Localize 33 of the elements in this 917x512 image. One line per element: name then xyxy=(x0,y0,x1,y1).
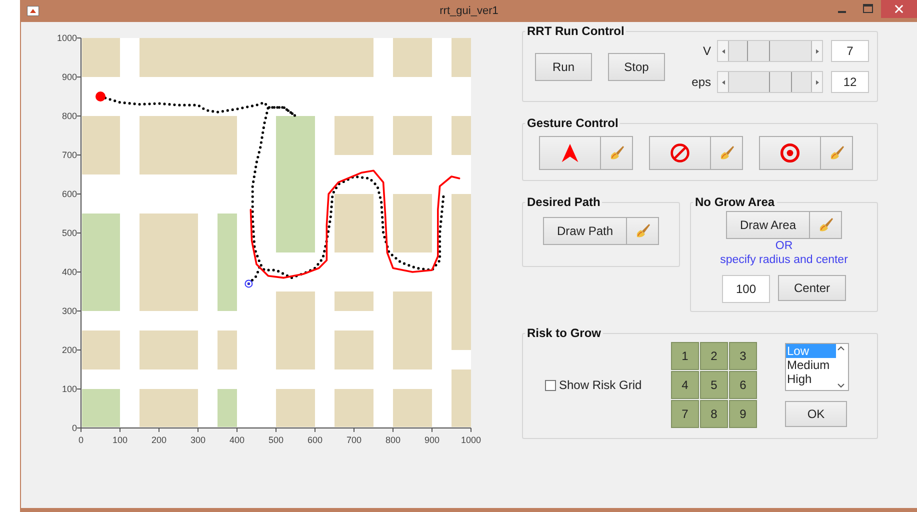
panel-title: RRT Run Control xyxy=(526,24,626,38)
hint-text: specify radius and center xyxy=(719,253,849,267)
x-tick-label: 800 xyxy=(385,435,401,445)
window-title: rrt_gui_ver1 xyxy=(440,5,498,17)
x-tick-label: 500 xyxy=(268,435,284,445)
x-tick-label: 0 xyxy=(78,435,84,445)
y-tick-label: 1000 xyxy=(56,33,77,43)
x-tick-label: 200 xyxy=(151,435,167,445)
x-tick-label: 600 xyxy=(307,435,323,445)
x-tick-label: 700 xyxy=(346,435,362,445)
y-tick-label: 900 xyxy=(62,72,77,82)
x-tick-label: 300 xyxy=(190,435,206,445)
y-tick-label: 0 xyxy=(72,423,77,433)
y-tick-label: 200 xyxy=(62,345,77,355)
y-tick-label: 300 xyxy=(62,306,77,316)
x-tick-label: 400 xyxy=(229,435,245,445)
panel-title: Risk to Grow xyxy=(526,326,602,340)
slider-label: eps xyxy=(690,75,711,89)
y-tick-label: 100 xyxy=(62,384,77,394)
hint-text: OR xyxy=(774,239,794,253)
checkbox-label: Show Risk Grid xyxy=(559,378,642,392)
y-tick-label: 600 xyxy=(62,189,77,199)
panel-title: No Grow Area xyxy=(694,195,776,209)
y-tick-label: 500 xyxy=(62,228,77,238)
y-tick-label: 700 xyxy=(62,150,77,160)
y-tick-label: 800 xyxy=(62,111,77,121)
panel-title: Desired Path xyxy=(526,195,602,209)
x-tick-label: 1000 xyxy=(460,435,482,445)
x-tick-label: 100 xyxy=(112,435,128,445)
panel-title: Gesture Control xyxy=(526,116,620,130)
y-tick-label: 400 xyxy=(62,267,77,277)
slider-label: V xyxy=(702,44,711,58)
x-tick-label: 900 xyxy=(424,435,440,445)
